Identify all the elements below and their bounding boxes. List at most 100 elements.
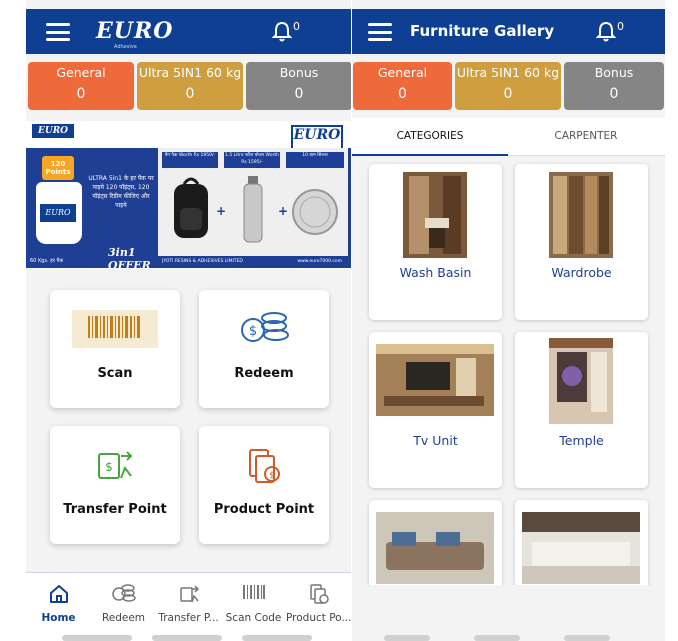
category-label: Temple [559, 433, 604, 448]
system-nav-hint [62, 635, 132, 641]
points-label: Ultra 5IN1 60 kg [138, 65, 242, 80]
category-card-tv-unit[interactable]: Tv Unit [369, 332, 502, 488]
system-nav-hint [152, 635, 222, 641]
company-name: JYOTI RESINS & ADHESIVES LIMITED [162, 259, 243, 264]
category-grid: Wash Basin Wardrobe Tv Unit Temple [352, 160, 665, 585]
points-label: Bonus [594, 65, 634, 80]
website: www.euro7000.com [297, 259, 342, 264]
notification-count: 0 [617, 20, 624, 33]
bell-icon[interactable] [596, 21, 616, 43]
category-card-wash-basin[interactable]: Wash Basin [369, 164, 502, 320]
category-label: Tv Unit [413, 433, 458, 448]
points-summary: General 0 Ultra 5IN1 60 kg 0 Bonus 0 [28, 62, 351, 110]
top-app-bar: EURO Adhesive 0 [26, 9, 351, 54]
category-label: Wardrobe [551, 265, 612, 280]
wardrobe-photo [549, 172, 613, 258]
ultra-points-card[interactable]: Ultra 5IN1 60 kg 0 [137, 62, 243, 110]
tile-label: Product Point [213, 502, 315, 517]
points-value: 0 [185, 86, 195, 102]
coins-icon: $ [241, 312, 289, 342]
category-card-wardrobe[interactable]: Wardrobe [515, 164, 648, 320]
points-value: 0 [609, 86, 619, 102]
nav-label: Transfer P... [158, 612, 219, 624]
tile-label: Redeem [234, 366, 294, 381]
general-points-card[interactable]: General 0 [353, 62, 452, 110]
barcode-icon [242, 585, 265, 599]
points-label: General [56, 65, 106, 80]
category-label: Wash Basin [399, 265, 472, 280]
kitchen-photo [522, 512, 640, 584]
promo-banner[interactable]: EURO EURO 120 Points EURO ULTRA 5in1 के … [26, 121, 351, 272]
category-card[interactable] [515, 500, 648, 585]
silver-coin-icon [292, 189, 338, 235]
nav-label: Scan Code [225, 612, 282, 624]
nav-label: Product Po... [286, 612, 351, 624]
gallery-tabs: CATEGORIES CARPENTER [352, 118, 665, 156]
offer-title: 3in1 OFFER [108, 246, 151, 272]
svg-text:$: $ [105, 460, 113, 474]
offer-text: ULTRA 5in1 के हर पैक पर पाइये 120 पॉइंट्… [88, 175, 154, 209]
product-point-tile[interactable]: $ Product Point [199, 426, 329, 544]
tv-unit-photo [376, 344, 494, 416]
category-card[interactable] [369, 500, 502, 585]
bonus-points-card[interactable]: Bonus 0 [564, 62, 664, 110]
nav-label: Home [41, 612, 76, 624]
brand-logo: EURO [96, 18, 174, 44]
bell-icon[interactable] [272, 21, 292, 43]
transfer-icon [179, 585, 199, 603]
system-nav-hint [242, 635, 312, 641]
system-nav-hint [384, 635, 430, 641]
tab-categories[interactable]: CATEGORIES [352, 118, 508, 156]
home-screen: EURO Adhesive 0 General 0 Ultra 5IN1 60 … [26, 0, 351, 641]
brand-logo-small: EURO [32, 124, 74, 138]
pack-size: 60 Kgs. हर पैक [30, 258, 64, 264]
furniture-gallery-screen: Furniture Gallery 0 General 0 Ultra 5IN1… [352, 0, 665, 641]
tile-label: Scan [97, 366, 133, 381]
barcode-icon [72, 310, 158, 348]
bonus-points-card[interactable]: Bonus 0 [246, 62, 351, 110]
points-label: General [377, 65, 428, 80]
gift-bag-title: बैग पैक Worth Rs 1950/- [162, 152, 218, 168]
nav-label: Redeem [101, 612, 146, 624]
system-nav-hint [564, 635, 610, 641]
plus-icon: + [278, 204, 289, 218]
product-icon: $ [249, 449, 280, 483]
points-summary: General 0 Ultra 5IN1 60 kg 0 Bonus 0 [353, 62, 664, 110]
redeem-tile[interactable]: $ Redeem [199, 290, 329, 408]
svg-text:$: $ [249, 324, 257, 339]
points-value: 0 [76, 86, 86, 102]
points-value: 0 [294, 86, 304, 102]
product-icon [309, 584, 329, 604]
page-title: Furniture Gallery [410, 22, 555, 40]
points-value: 0 [398, 86, 407, 102]
wash-basin-photo [403, 172, 467, 258]
transfer-point-tile[interactable]: $ Transfer Point [50, 426, 180, 544]
top-app-bar: Furniture Gallery 0 [352, 9, 665, 54]
sofa-bed-photo [376, 512, 494, 584]
home-icon [49, 585, 68, 603]
general-points-card[interactable]: General 0 [28, 62, 134, 110]
bucket-brand: EURO [40, 204, 76, 222]
system-nav-hint [474, 635, 520, 641]
menu-icon[interactable] [46, 23, 70, 41]
bottom-navigation: Home Redeem Transfer P... Scan Code Prod… [26, 572, 351, 641]
plus-icon: + [216, 204, 227, 218]
points-label: Ultra 5IN1 60 kg [456, 65, 560, 80]
gift-silver-title: 10 ग्राम सिल्वर [286, 152, 344, 168]
gift-bottle-title: 1.5 Litre स्टील बोतल Worth Rs 1595/- [224, 152, 280, 168]
bottle-icon [243, 176, 263, 243]
temple-photo [549, 338, 613, 424]
category-card-temple[interactable]: Temple [515, 332, 648, 488]
menu-icon[interactable] [368, 23, 392, 41]
points-badge: 120 Points [42, 156, 74, 180]
brand-logo-sub: Adhesive [114, 44, 137, 50]
coins-icon [111, 584, 136, 602]
notification-count: 0 [293, 20, 300, 33]
svg-text:$: $ [269, 471, 275, 481]
ultra-points-card[interactable]: Ultra 5IN1 60 kg 0 [455, 62, 561, 110]
tab-carpenter[interactable]: CARPENTER [508, 118, 664, 156]
transfer-icon: $ [98, 451, 133, 479]
gift-panel: बैग पैक Worth Rs 1950/- 1.5 Litre स्टील … [158, 148, 348, 268]
scan-tile[interactable]: Scan [50, 290, 180, 408]
backpack-icon [174, 177, 208, 238]
